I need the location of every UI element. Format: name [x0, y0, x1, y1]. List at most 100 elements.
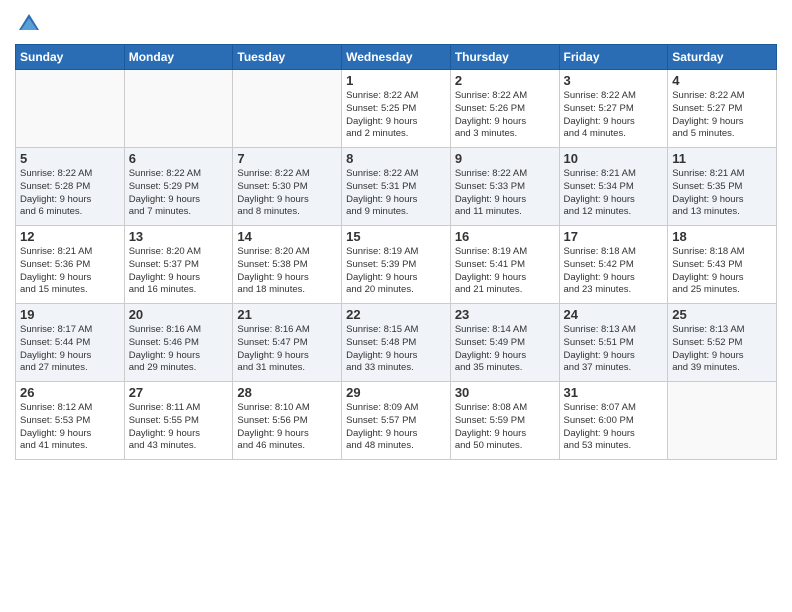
day-number: 18: [672, 229, 772, 244]
day-info: Sunrise: 8:22 AM Sunset: 5:27 PM Dayligh…: [672, 90, 772, 141]
day-info: Sunrise: 8:22 AM Sunset: 5:27 PM Dayligh…: [564, 90, 664, 141]
weekday-header-tuesday: Tuesday: [233, 45, 342, 70]
day-number: 21: [237, 307, 337, 322]
day-info: Sunrise: 8:13 AM Sunset: 5:51 PM Dayligh…: [564, 324, 664, 375]
header: [15, 10, 777, 38]
day-number: 12: [20, 229, 120, 244]
calendar-cell: 27Sunrise: 8:11 AM Sunset: 5:55 PM Dayli…: [124, 382, 233, 460]
day-number: 11: [672, 151, 772, 166]
day-info: Sunrise: 8:09 AM Sunset: 5:57 PM Dayligh…: [346, 402, 446, 453]
day-number: 3: [564, 73, 664, 88]
calendar-cell: [233, 70, 342, 148]
day-info: Sunrise: 8:12 AM Sunset: 5:53 PM Dayligh…: [20, 402, 120, 453]
day-info: Sunrise: 8:22 AM Sunset: 5:29 PM Dayligh…: [129, 168, 229, 219]
calendar-cell: 26 Sunrise: 8:12 AM Sunset: 5:53 PM Dayli…: [16, 382, 125, 460]
day-number: 16: [455, 229, 555, 244]
week-row-0: 1 Sunrise: 8:22 AM Sunset: 5:25 PM Daylig…: [16, 70, 777, 148]
calendar-cell: 19Sunrise: 8:17 AM Sunset: 5:44 PM Dayli…: [16, 304, 125, 382]
week-row-2: 12 Sunrise: 8:21 AM Sunset: 5:36 PM Dayli…: [16, 226, 777, 304]
day-number: 7: [237, 151, 337, 166]
weekday-header-friday: Friday: [559, 45, 668, 70]
calendar-cell: 31 Sunrise: 8:07 AM Sunset: 6:00 PM Dayli…: [559, 382, 668, 460]
calendar-cell: 7 Sunrise: 8:22 AM Sunset: 5:30 PM Daylig…: [233, 148, 342, 226]
day-number: 19: [20, 307, 120, 322]
day-number: 10: [564, 151, 664, 166]
calendar-cell: 25Sunrise: 8:13 AM Sunset: 5:52 PM Dayli…: [668, 304, 777, 382]
day-number: 4: [672, 73, 772, 88]
day-info: Sunrise: 8:20 AM Sunset: 5:38 PM Dayligh…: [237, 246, 337, 297]
calendar-cell: 14 Sunrise: 8:20 AM Sunset: 5:38 PM Dayli…: [233, 226, 342, 304]
calendar-cell: 23 Sunrise: 8:14 AM Sunset: 5:49 PM Dayli…: [450, 304, 559, 382]
day-info: Sunrise: 8:16 AM Sunset: 5:46 PM Dayligh…: [129, 324, 229, 375]
calendar-cell: [668, 382, 777, 460]
day-info: Sunrise: 8:18 AM Sunset: 5:43 PM Dayligh…: [672, 246, 772, 297]
page: SundayMondayTuesdayWednesdayThursdayFrid…: [0, 0, 792, 612]
day-info: Sunrise: 8:19 AM Sunset: 5:39 PM Dayligh…: [346, 246, 446, 297]
day-number: 17: [564, 229, 664, 244]
calendar-cell: 18 Sunrise: 8:18 AM Sunset: 5:43 PM Dayli…: [668, 226, 777, 304]
calendar-cell: 10Sunrise: 8:21 AM Sunset: 5:34 PM Dayli…: [559, 148, 668, 226]
calendar: SundayMondayTuesdayWednesdayThursdayFrid…: [15, 44, 777, 460]
weekday-header-thursday: Thursday: [450, 45, 559, 70]
day-number: 22: [346, 307, 446, 322]
day-number: 24: [564, 307, 664, 322]
day-number: 27: [129, 385, 229, 400]
day-info: Sunrise: 8:19 AM Sunset: 5:41 PM Dayligh…: [455, 246, 555, 297]
day-number: 26: [20, 385, 120, 400]
day-info: Sunrise: 8:20 AM Sunset: 5:37 PM Dayligh…: [129, 246, 229, 297]
day-number: 13: [129, 229, 229, 244]
calendar-cell: 8 Sunrise: 8:22 AM Sunset: 5:31 PM Daylig…: [342, 148, 451, 226]
day-number: 5: [20, 151, 120, 166]
day-info: Sunrise: 8:22 AM Sunset: 5:26 PM Dayligh…: [455, 90, 555, 141]
day-info: Sunrise: 8:21 AM Sunset: 5:36 PM Dayligh…: [20, 246, 120, 297]
day-info: Sunrise: 8:21 AM Sunset: 5:35 PM Dayligh…: [672, 168, 772, 219]
calendar-cell: 21 Sunrise: 8:16 AM Sunset: 5:47 PM Dayli…: [233, 304, 342, 382]
week-row-3: 19Sunrise: 8:17 AM Sunset: 5:44 PM Dayli…: [16, 304, 777, 382]
logo: [15, 10, 47, 38]
day-number: 23: [455, 307, 555, 322]
logo-icon: [15, 10, 43, 38]
day-number: 9: [455, 151, 555, 166]
calendar-cell: 16 Sunrise: 8:19 AM Sunset: 5:41 PM Dayli…: [450, 226, 559, 304]
day-info: Sunrise: 8:22 AM Sunset: 5:30 PM Dayligh…: [237, 168, 337, 219]
calendar-cell: 5 Sunrise: 8:22 AM Sunset: 5:28 PM Daylig…: [16, 148, 125, 226]
day-info: Sunrise: 8:16 AM Sunset: 5:47 PM Dayligh…: [237, 324, 337, 375]
day-number: 25: [672, 307, 772, 322]
weekday-header-monday: Monday: [124, 45, 233, 70]
day-number: 1: [346, 73, 446, 88]
day-number: 14: [237, 229, 337, 244]
calendar-cell: 28Sunrise: 8:10 AM Sunset: 5:56 PM Dayli…: [233, 382, 342, 460]
calendar-cell: 20 Sunrise: 8:16 AM Sunset: 5:46 PM Dayli…: [124, 304, 233, 382]
day-number: 28: [237, 385, 337, 400]
weekday-header-row: SundayMondayTuesdayWednesdayThursdayFrid…: [16, 45, 777, 70]
calendar-cell: 2 Sunrise: 8:22 AM Sunset: 5:26 PM Daylig…: [450, 70, 559, 148]
day-info: Sunrise: 8:22 AM Sunset: 5:28 PM Dayligh…: [20, 168, 120, 219]
calendar-cell: 11 Sunrise: 8:21 AM Sunset: 5:35 PM Dayli…: [668, 148, 777, 226]
calendar-cell: 6 Sunrise: 8:22 AM Sunset: 5:29 PM Daylig…: [124, 148, 233, 226]
day-info: Sunrise: 8:22 AM Sunset: 5:31 PM Dayligh…: [346, 168, 446, 219]
day-info: Sunrise: 8:14 AM Sunset: 5:49 PM Dayligh…: [455, 324, 555, 375]
day-info: Sunrise: 8:22 AM Sunset: 5:25 PM Dayligh…: [346, 90, 446, 141]
day-number: 29: [346, 385, 446, 400]
weekday-header-wednesday: Wednesday: [342, 45, 451, 70]
calendar-cell: 24 Sunrise: 8:13 AM Sunset: 5:51 PM Dayli…: [559, 304, 668, 382]
day-number: 2: [455, 73, 555, 88]
calendar-cell: 22Sunrise: 8:15 AM Sunset: 5:48 PM Dayli…: [342, 304, 451, 382]
week-row-1: 5 Sunrise: 8:22 AM Sunset: 5:28 PM Daylig…: [16, 148, 777, 226]
day-info: Sunrise: 8:18 AM Sunset: 5:42 PM Dayligh…: [564, 246, 664, 297]
day-info: Sunrise: 8:22 AM Sunset: 5:33 PM Dayligh…: [455, 168, 555, 219]
day-number: 6: [129, 151, 229, 166]
calendar-cell: 1 Sunrise: 8:22 AM Sunset: 5:25 PM Daylig…: [342, 70, 451, 148]
day-number: 8: [346, 151, 446, 166]
day-info: Sunrise: 8:07 AM Sunset: 6:00 PM Dayligh…: [564, 402, 664, 453]
day-number: 31: [564, 385, 664, 400]
calendar-cell: [16, 70, 125, 148]
calendar-cell: 4 Sunrise: 8:22 AM Sunset: 5:27 PM Daylig…: [668, 70, 777, 148]
day-number: 20: [129, 307, 229, 322]
calendar-cell: 17 Sunrise: 8:18 AM Sunset: 5:42 PM Dayli…: [559, 226, 668, 304]
calendar-cell: 29 Sunrise: 8:09 AM Sunset: 5:57 PM Dayli…: [342, 382, 451, 460]
day-info: Sunrise: 8:08 AM Sunset: 5:59 PM Dayligh…: [455, 402, 555, 453]
day-number: 30: [455, 385, 555, 400]
weekday-header-saturday: Saturday: [668, 45, 777, 70]
calendar-cell: 13 Sunrise: 8:20 AM Sunset: 5:37 PM Dayli…: [124, 226, 233, 304]
